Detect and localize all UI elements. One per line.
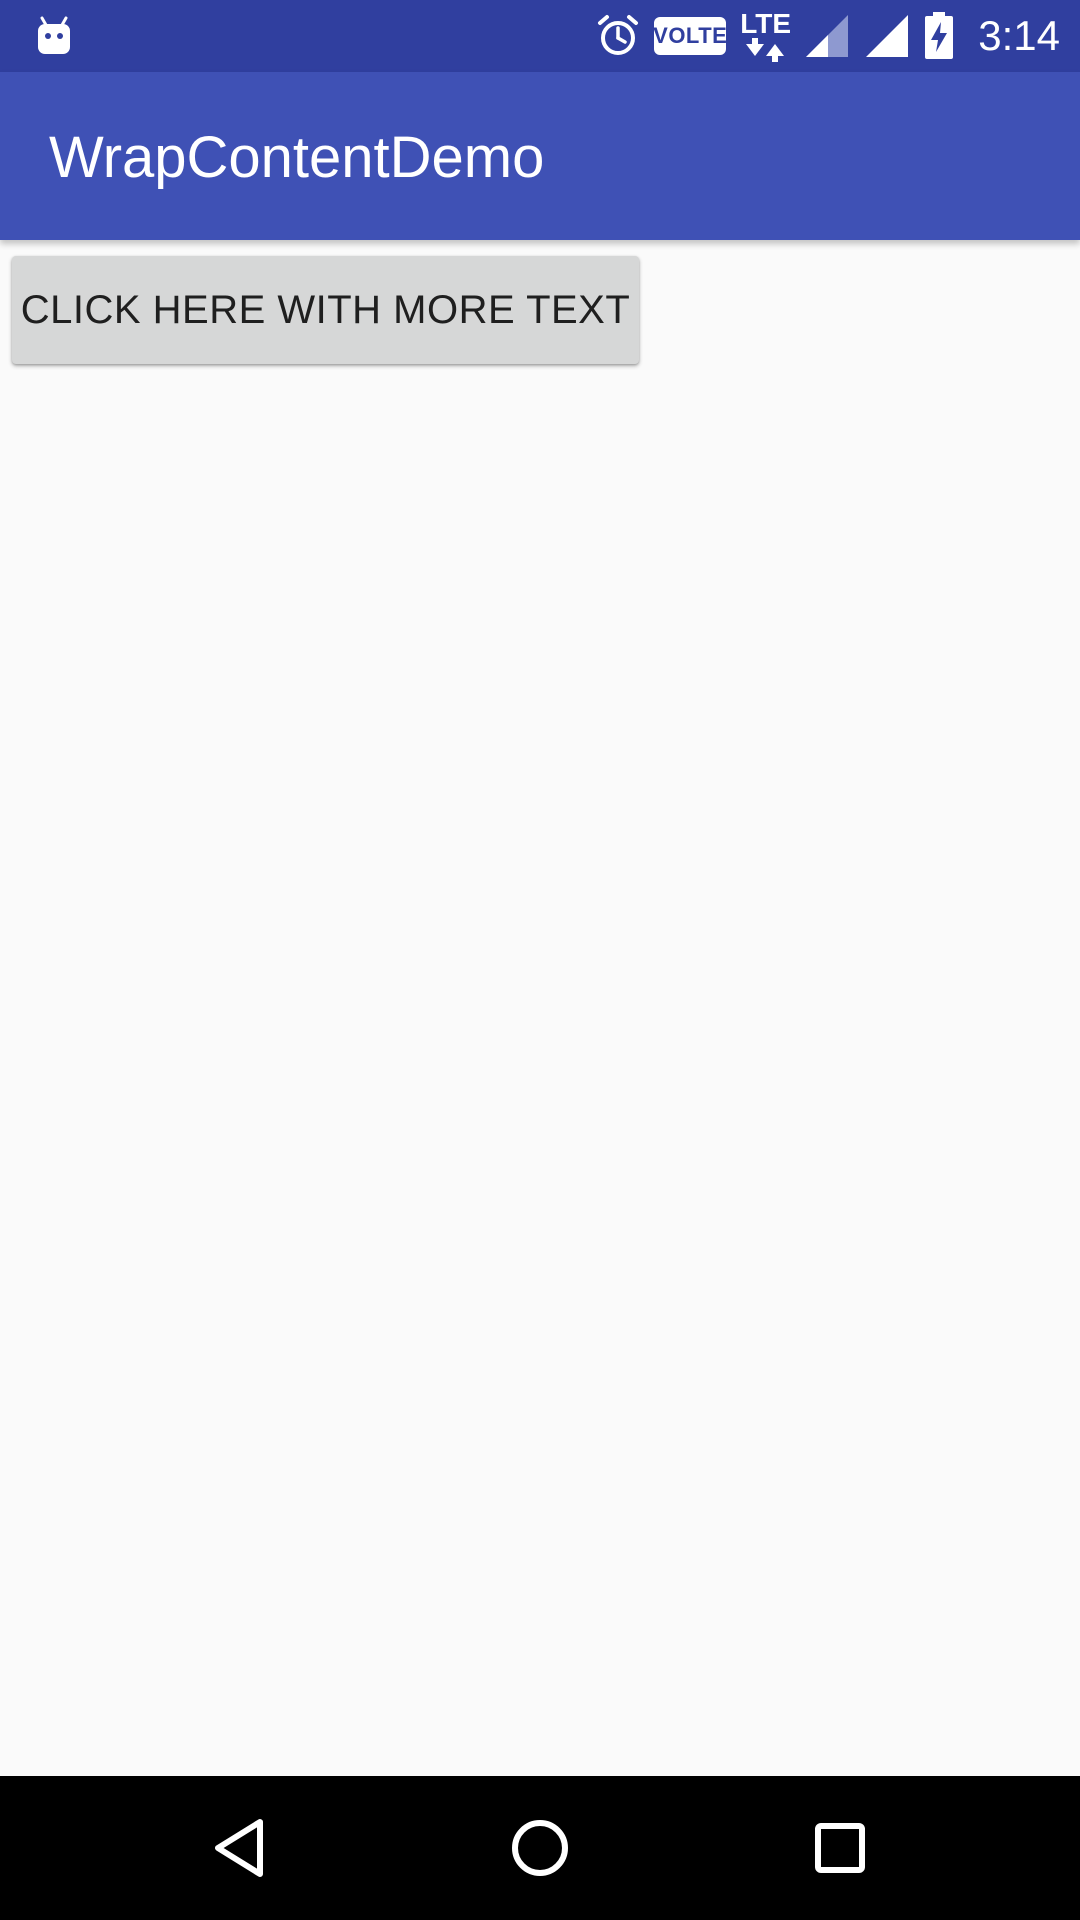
status-icons: VOLTE LTE 3:14 <box>596 0 1060 72</box>
recents-icon[interactable] <box>800 1808 880 1888</box>
app-bar: WrapContentDemo <box>0 72 1080 240</box>
signal-icon <box>804 13 850 59</box>
clock: 3:14 <box>978 12 1060 59</box>
home-icon[interactable] <box>500 1808 580 1888</box>
volte-icon: VOLTE <box>653 17 727 55</box>
alarm-icon <box>596 14 640 58</box>
main-content: CLICK HERE WITH MORE TEXT <box>0 240 1080 1776</box>
lte-label: LTE <box>740 8 792 39</box>
lte-data-icon: LTE <box>740 8 792 62</box>
wrap-content-button[interactable]: CLICK HERE WITH MORE TEXT <box>12 256 639 364</box>
signal-full-icon <box>864 13 910 59</box>
app-title: WrapContentDemo <box>49 125 545 190</box>
battery-charging-icon <box>924 12 954 60</box>
android-notification-icon <box>34 14 74 58</box>
status-bar: VOLTE LTE 3:14 <box>0 0 1080 72</box>
back-icon[interactable] <box>200 1808 280 1888</box>
navigation-bar <box>0 1776 1080 1920</box>
app-screen: VOLTE LTE 3:14 WrapContentDemo CLICK HER… <box>0 0 1080 1920</box>
